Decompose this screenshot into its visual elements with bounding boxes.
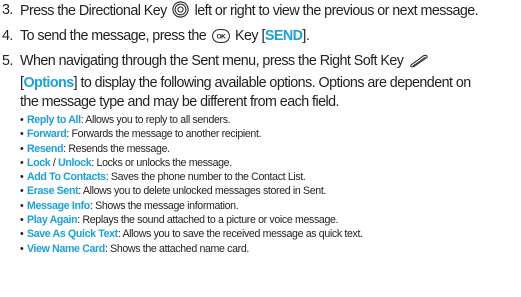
ok-key-icon: OK bbox=[211, 29, 230, 49]
step-text: To send the message, press the bbox=[20, 28, 207, 44]
step-4: 4. To send the message, press the OK Key… bbox=[2, 27, 519, 49]
step-text: When navigating through the Sent menu, p… bbox=[20, 53, 404, 69]
options-key-label: Options bbox=[23, 75, 74, 91]
step-text: the message type and may be different fr… bbox=[20, 94, 339, 110]
list-item: • Erase Sent: Allows you to delete unlock… bbox=[20, 185, 327, 198]
step-5-line-3: the message type and may be different fr… bbox=[2, 93, 519, 112]
step-5: 5. When navigating through the Sent menu… bbox=[2, 52, 519, 74]
list-item: • Save As Quick Text: Allows you to save … bbox=[20, 228, 363, 241]
manual-page: 3. Press the Directional Key left or rig… bbox=[2, 0, 519, 256]
list-item: • Play Again: Replays the sound attached … bbox=[20, 214, 339, 227]
list-item: • Message Info: Shows the message informa… bbox=[20, 199, 239, 212]
options-list: • Reply to All: Allows you to reply to al… bbox=[20, 113, 519, 256]
list-item: • Reply to All: Allows you to reply to al… bbox=[20, 114, 231, 126]
step-5-line-2: [Options] to display the following avail… bbox=[2, 74, 519, 93]
list-item: • Lock / Unlock: Locks or unlocks the mes… bbox=[20, 156, 232, 169]
list-item: • Forward: Forwards the message to anothe… bbox=[20, 128, 262, 141]
list-item: • Add To Contacts: Saves the phone number… bbox=[20, 171, 306, 184]
right-soft-key-icon bbox=[409, 54, 429, 74]
send-key-label: SEND bbox=[264, 28, 303, 44]
step-text-end: ]. bbox=[302, 28, 310, 44]
step-number: 3. bbox=[2, 2, 13, 18]
step-number: 5. bbox=[2, 53, 13, 69]
list-item: • View Name Card: Shows the attached name… bbox=[20, 242, 249, 255]
step-text-cont: left or right to view the previous or ne… bbox=[194, 3, 479, 19]
svg-text:OK: OK bbox=[216, 34, 226, 41]
step-number: 4. bbox=[2, 28, 13, 44]
directional-key-icon bbox=[172, 1, 189, 24]
step-text: Press the Directional Key bbox=[20, 3, 167, 19]
step-3: 3. Press the Directional Key left or rig… bbox=[2, 1, 519, 24]
list-item: • Resend: Resends the message. bbox=[20, 142, 170, 155]
step-text-cont: Key [ bbox=[235, 28, 265, 44]
step-text: ] to display the following available opt… bbox=[73, 75, 472, 91]
